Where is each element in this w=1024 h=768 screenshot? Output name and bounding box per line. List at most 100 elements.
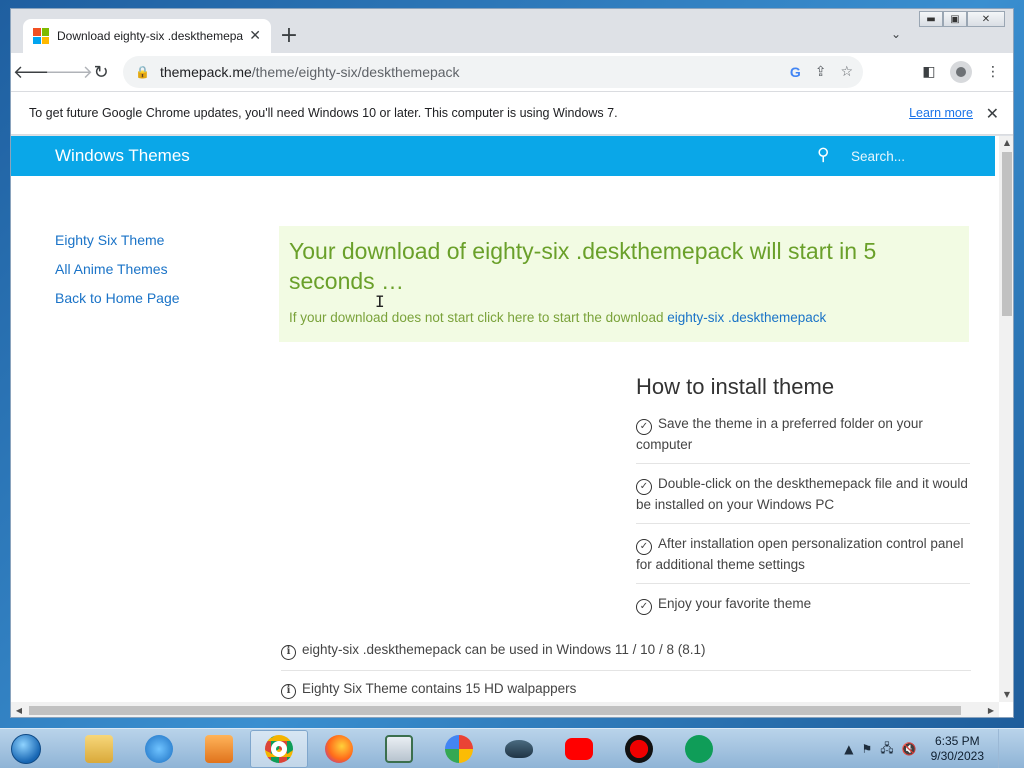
info-circle-icon: i: [281, 645, 296, 660]
show-desktop-button[interactable]: [998, 729, 1010, 768]
nav-link-all-anime-themes[interactable]: All Anime Themes: [55, 261, 180, 277]
tab-strip: Download eighty-six .deskthemepack ✕ + ⌄: [11, 9, 1013, 53]
infobar-close-icon[interactable]: ✕: [986, 104, 999, 123]
install-instructions: How to install theme ✓ Save the theme in …: [636, 374, 970, 633]
hangouts-icon: [685, 734, 713, 763]
learn-more-link[interactable]: Learn more: [909, 106, 973, 120]
browser-toolbar: 🡐 🡒 ↻ 🔒 themepack.me/theme/eighty-six/de…: [11, 53, 1013, 91]
start-button[interactable]: [6, 730, 46, 768]
action-center-icon[interactable]: ⚑: [862, 742, 873, 756]
page-viewport: Windows Themes ⚲ Eighty Six Theme All An…: [11, 136, 1013, 717]
side-panel-icon[interactable]: ◧: [917, 60, 941, 84]
nav-link-back-home[interactable]: Back to Home Page: [55, 290, 180, 306]
url-path: /theme/eighty-six/deskthemepack: [251, 64, 460, 80]
volume-muted-icon[interactable]: 🔇: [902, 742, 917, 756]
list-item: i eighty-six .deskthemepack can be used i…: [281, 642, 971, 671]
url-host: themepack.me: [159, 64, 252, 80]
google-icon: [445, 734, 473, 763]
clock-date: 9/30/2023: [930, 749, 984, 763]
download-headline: Your download of eighty-six .deskthemepa…: [289, 238, 877, 294]
scroll-right-icon[interactable]: ▶: [983, 702, 999, 717]
share-icon[interactable]: ⇪: [815, 64, 827, 80]
firefox-icon: [325, 734, 353, 763]
taskbar-internet-explorer[interactable]: [130, 730, 188, 768]
taskbar-file-explorer[interactable]: [70, 730, 128, 768]
check-circle-icon: ✓: [636, 419, 652, 435]
star-icon[interactable]: ☆: [840, 64, 853, 80]
windows-logo-icon: [33, 28, 49, 44]
youtube-icon: [565, 737, 593, 760]
download-fallback-text: If your download does not start click he…: [289, 310, 668, 325]
site-header: Windows Themes ⚲: [11, 136, 995, 176]
new-tab-button[interactable]: +: [275, 23, 303, 51]
update-infobar: To get future Google Chrome updates, you…: [11, 91, 1013, 135]
windows-orb-icon: [11, 733, 41, 764]
avatar: [950, 61, 972, 83]
step-text: Save the theme in a preferred folder on …: [636, 416, 923, 452]
taskbar-google[interactable]: [430, 730, 488, 768]
taskbar-hangouts[interactable]: [670, 730, 728, 768]
check-circle-icon: ✓: [636, 539, 652, 555]
notepad-icon: [385, 734, 413, 763]
check-circle-icon: ✓: [636, 479, 652, 495]
taskbar-notepad[interactable]: [370, 730, 428, 768]
step-text: Double-click on the deskthemepack file a…: [636, 476, 968, 512]
scroll-up-icon[interactable]: ▲: [999, 136, 1013, 150]
folder-icon: [85, 734, 113, 763]
scroll-left-icon[interactable]: ◀: [11, 702, 27, 717]
profile-icon[interactable]: [949, 60, 973, 84]
taskbar-chrome[interactable]: [250, 729, 308, 768]
media-player-icon: [205, 734, 233, 763]
taskbar-apps: [70, 729, 728, 768]
download-subtext: If your download does not start click he…: [289, 310, 959, 325]
toolbar-right: ◧ ⋮: [917, 56, 1005, 88]
list-item: ✓ Save the theme in a preferred folder on…: [636, 414, 970, 464]
url-text[interactable]: themepack.me/theme/eighty-six/deskthemep…: [160, 64, 460, 80]
vertical-scroll-thumb[interactable]: [1002, 152, 1012, 316]
search-input[interactable]: [851, 146, 961, 166]
forward-arrow-icon[interactable]: 🡒: [45, 56, 93, 88]
show-hidden-icons-icon[interactable]: ▲: [844, 742, 853, 756]
scroll-down-icon[interactable]: ▼: [999, 688, 1013, 702]
list-item: ✓ Enjoy your favorite theme: [636, 594, 970, 623]
taskbar: ▲ ⚑ 🖧 🔇 6:35 PM 9/30/2023: [0, 728, 1024, 768]
download-notice: Your download of eighty-six .deskthemepa…: [279, 226, 969, 342]
taskbar-firefox[interactable]: [310, 730, 368, 768]
site-brand-link[interactable]: Windows Themes: [55, 146, 190, 166]
taskbar-recorder[interactable]: [610, 730, 668, 768]
browser-window: ▬ ▣ ✕ Download eighty-six .deskthemepack…: [10, 8, 1014, 718]
google-lens-icon[interactable]: G: [790, 64, 801, 80]
text-cursor-icon: I: [375, 292, 385, 311]
info-circle-icon: i: [281, 684, 296, 699]
chrome-icon: [265, 734, 293, 763]
address-bar[interactable]: 🔒 themepack.me/theme/eighty-six/deskthem…: [123, 56, 863, 88]
tab-search-icon[interactable]: ⌄: [891, 27, 901, 41]
side-navigation: Eighty Six Theme All Anime Themes Back t…: [55, 232, 180, 319]
taskbar-media-player[interactable]: [190, 730, 248, 768]
info-text: eighty-six .deskthemepack can be used in…: [302, 642, 706, 657]
horizontal-scrollbar[interactable]: ◀ ▶: [11, 702, 999, 717]
vertical-scrollbar[interactable]: ▲ ▼: [999, 136, 1013, 702]
step-text: Enjoy your favorite theme: [658, 596, 812, 611]
record-icon: [625, 734, 653, 763]
reload-icon[interactable]: ↻: [85, 56, 117, 88]
ufo-icon: [505, 739, 533, 758]
search-icon[interactable]: ⚲: [817, 145, 829, 165]
nav-link-eighty-six-theme[interactable]: Eighty Six Theme: [55, 232, 180, 248]
network-icon[interactable]: 🖧: [880, 739, 893, 760]
lock-icon[interactable]: 🔒: [135, 65, 150, 79]
menu-icon[interactable]: ⋮: [981, 60, 1005, 84]
check-circle-icon: ✓: [636, 599, 652, 615]
taskbar-clock[interactable]: 6:35 PM 9/30/2023: [931, 734, 984, 764]
taskbar-youtube[interactable]: [550, 730, 608, 768]
horizontal-scroll-thumb[interactable]: [29, 706, 961, 715]
clock-time: 6:35 PM: [934, 734, 980, 748]
tab-title: Download eighty-six .deskthemepack: [57, 29, 244, 43]
tab-close-icon[interactable]: ✕: [249, 28, 261, 44]
download-link[interactable]: eighty-six .deskthemepack: [667, 310, 826, 325]
omnibox-actions: G ⇪ ☆: [790, 56, 853, 88]
step-text: After installation open personalization …: [636, 536, 964, 572]
tab-active[interactable]: Download eighty-six .deskthemepack ✕: [23, 19, 271, 53]
install-title: How to install theme: [636, 374, 835, 399]
taskbar-ufo-app[interactable]: [490, 730, 548, 768]
